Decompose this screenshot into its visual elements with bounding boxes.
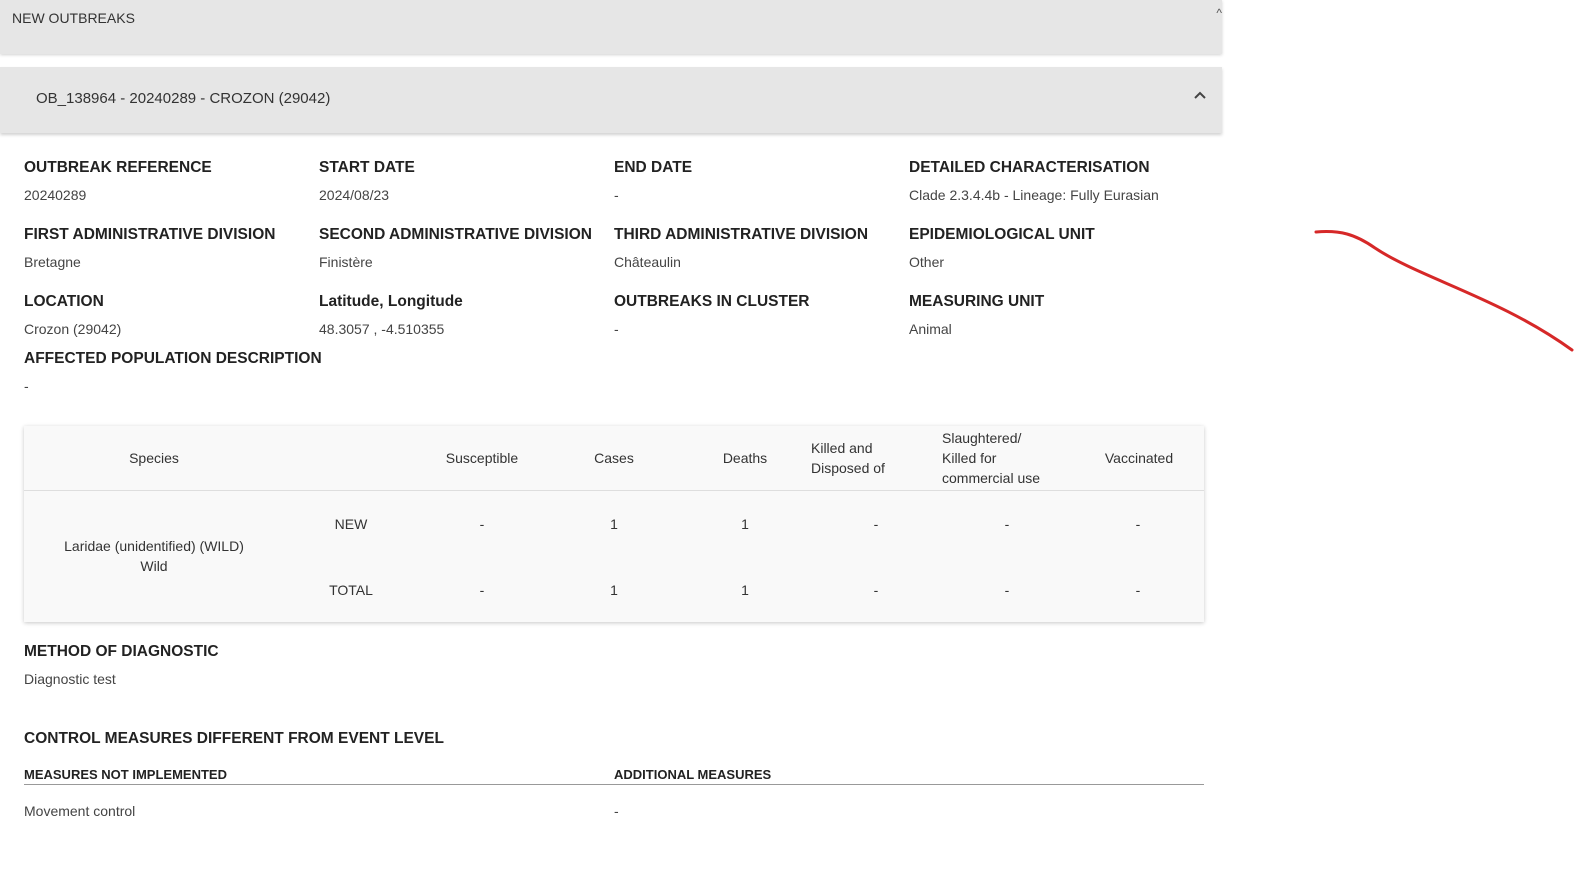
field-value: Diagnostic test xyxy=(24,671,116,687)
cell-slaughtered: - xyxy=(1004,516,1010,532)
field-value: - xyxy=(614,321,619,337)
field-label: SECOND ADMINISTRATIVE DIVISION xyxy=(319,226,592,243)
field-detailed-characterisation: DETAILED CHARACTERISATION Clade 2.3.4.4b… xyxy=(909,159,1159,203)
chevron-up-icon[interactable]: ^ xyxy=(1216,6,1222,20)
field-label: MEASURING UNIT xyxy=(909,293,1045,310)
cell-vaccinated: - xyxy=(1135,516,1141,532)
outbreak-accordion-header[interactable]: OB_138964 - 20240289 - CROZON (29042) xyxy=(0,67,1222,133)
cell-deaths: 1 xyxy=(741,516,749,532)
chevron-up-icon[interactable] xyxy=(1192,87,1208,103)
cell-susceptible: - xyxy=(479,582,485,598)
header-line: commercial use xyxy=(942,470,1041,486)
header-divider xyxy=(24,490,1204,491)
additional-measures-label: ADDITIONAL MEASURES xyxy=(614,767,772,782)
cell-slaughtered: - xyxy=(1004,582,1010,598)
field-value: Other xyxy=(909,254,945,270)
field-value: Crozon (29042) xyxy=(24,321,122,337)
species-name: Laridae (unidentified) (WILD) xyxy=(64,538,244,554)
control-measures-title: CONTROL MEASURES DIFFERENT FROM EVENT LE… xyxy=(24,730,444,747)
field-value: 20240289 xyxy=(24,187,87,203)
field-epidemiological-unit: EPIDEMIOLOGICAL UNIT Other xyxy=(909,226,1095,270)
col-header-killed-disposed: Killed and Disposed of xyxy=(811,438,941,478)
field-location: LOCATION Crozon (29042) xyxy=(24,293,121,337)
field-third-admin-division: THIRD ADMINISTRATIVE DIVISION Châteaulin xyxy=(614,226,868,270)
field-value: Finistère xyxy=(319,254,373,270)
species-type: Wild xyxy=(140,558,168,574)
field-label: Latitude, Longitude xyxy=(319,293,463,310)
cell-killed: - xyxy=(873,516,879,532)
field-value: Animal xyxy=(909,321,952,337)
cell-susceptible: - xyxy=(479,516,485,532)
field-measuring-unit: MEASURING UNIT Animal xyxy=(909,293,1044,337)
field-method-of-diagnostic: METHOD OF DIAGNOSTIC Diagnostic test xyxy=(24,643,219,687)
field-first-admin-division: FIRST ADMINISTRATIVE DIVISION Bretagne xyxy=(24,226,275,270)
field-second-admin-division: SECOND ADMINISTRATIVE DIVISION Finistère xyxy=(319,226,592,270)
field-label: START DATE xyxy=(319,159,415,176)
header-line: Killed for xyxy=(942,450,997,466)
field-label: END DATE xyxy=(614,159,693,176)
header-line: Slaughtered/ xyxy=(942,430,1022,446)
species-table: Species Susceptible Cases Deaths Killed … xyxy=(24,426,1204,622)
field-label: EPIDEMIOLOGICAL UNIT xyxy=(909,226,1095,243)
field-value: 2024/08/23 xyxy=(319,187,390,203)
field-outbreaks-in-cluster: OUTBREAKS IN CLUSTER - xyxy=(614,293,809,337)
field-value: Châteaulin xyxy=(614,254,681,270)
field-label: OUTBREAK REFERENCE xyxy=(24,159,212,176)
field-value: - xyxy=(614,187,619,203)
cell-killed: - xyxy=(873,582,879,598)
outbreak-title: OB_138964 - 20240289 - CROZON (29042) xyxy=(36,90,331,107)
col-header-species: Species xyxy=(129,450,179,466)
field-label: FIRST ADMINISTRATIVE DIVISION xyxy=(24,226,276,243)
measures-not-implemented-label: MEASURES NOT IMPLEMENTED xyxy=(24,767,227,782)
field-label: AFFECTED POPULATION DESCRIPTION xyxy=(24,350,322,367)
field-value: Bretagne xyxy=(24,254,81,270)
cell-cases: 1 xyxy=(610,516,618,532)
field-label: OUTBREAKS IN CLUSTER xyxy=(614,293,810,310)
field-affected-population: AFFECTED POPULATION DESCRIPTION - xyxy=(24,350,322,394)
field-value: Clade 2.3.4.4b - Lineage: Fully Eurasian xyxy=(909,187,1159,203)
field-label: METHOD OF DIAGNOSTIC xyxy=(24,643,219,660)
header-line: Killed and xyxy=(811,440,873,456)
field-end-date: END DATE - xyxy=(614,159,692,203)
cell-deaths: 1 xyxy=(741,582,749,598)
control-measures-divider xyxy=(24,784,1204,785)
field-start-date: START DATE 2024/08/23 xyxy=(319,159,415,203)
cell-vaccinated: - xyxy=(1135,582,1141,598)
field-lat-long: Latitude, Longitude 48.3057 , -4.510355 xyxy=(319,293,463,337)
col-header-deaths: Deaths xyxy=(722,450,768,466)
field-label: LOCATION xyxy=(24,293,104,310)
col-header-slaughtered: Slaughtered/ Killed for commercial use xyxy=(942,428,1077,488)
field-value: 48.3057 , -4.510355 xyxy=(319,321,445,337)
row-label: NEW xyxy=(334,516,368,532)
col-header-vaccinated: Vaccinated xyxy=(1104,450,1174,466)
col-header-cases: Cases xyxy=(594,450,634,466)
panel-title: NEW OUTBREAKS xyxy=(12,10,135,26)
annotation-stroke xyxy=(1314,230,1574,352)
header-line: Disposed of xyxy=(811,460,885,476)
additional-measures-value: - xyxy=(614,803,619,819)
new-outbreaks-panel-header[interactable]: NEW OUTBREAKS ^ xyxy=(0,0,1222,54)
field-outbreak-reference: OUTBREAK REFERENCE 20240289 xyxy=(24,159,212,203)
col-header-susceptible: Susceptible xyxy=(445,450,519,466)
row-label: TOTAL xyxy=(329,582,373,598)
field-value: - xyxy=(24,378,29,394)
field-label: THIRD ADMINISTRATIVE DIVISION xyxy=(614,226,869,243)
cell-cases: 1 xyxy=(610,582,618,598)
measures-not-implemented-value: Movement control xyxy=(24,803,136,819)
field-label: DETAILED CHARACTERISATION xyxy=(909,159,1150,176)
